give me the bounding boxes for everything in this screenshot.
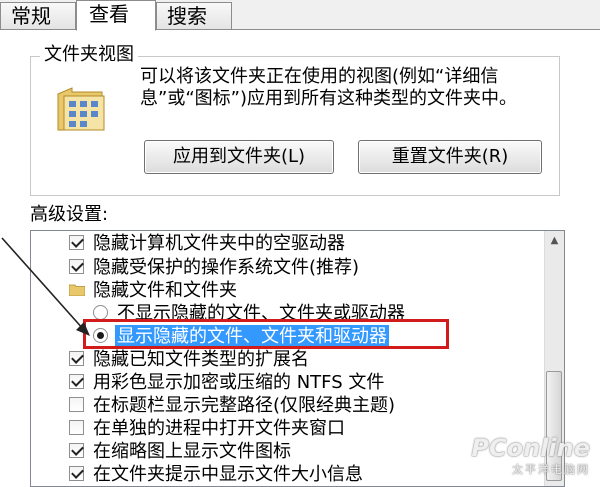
apply-to-folders-button[interactable]: 应用到文件夹(L) <box>144 140 334 174</box>
list-item-label: 用彩色显示加密或压缩的 NTFS 文件 <box>93 372 385 393</box>
folder-views-title: 文件夹视图 <box>40 44 138 66</box>
radio-dont-show-hidden[interactable] <box>93 305 108 320</box>
watermark-logo: PConline <box>471 434 590 462</box>
checkbox-full-path[interactable] <box>69 397 84 412</box>
checkbox-separate-process[interactable] <box>69 420 84 435</box>
tab-strip: 常规 查看 搜索 <box>0 0 600 31</box>
list-item-label: 在单独的进程中打开文件夹窗口 <box>93 418 345 439</box>
folder-icon <box>69 284 85 296</box>
radio-show-hidden[interactable] <box>93 328 108 343</box>
list-item-hide-extensions[interactable]: 隐藏已知文件类型的扩展名 <box>31 348 541 371</box>
list-item-show-hidden[interactable]: 显示隐藏的文件、文件夹和驱动器 <box>31 325 541 348</box>
checkbox-hide-protected-files[interactable] <box>69 259 84 274</box>
list-item-label: 在文件夹提示中显示文件大小信息 <box>93 464 363 485</box>
list-item-label: 在缩略图上显示文件图标 <box>93 441 291 462</box>
watermark-subtitle: 太平洋电脑网 <box>512 463 590 476</box>
list-item-label: 显示隐藏的文件、文件夹和驱动器 <box>115 325 389 348</box>
list-item-label: 隐藏已知文件类型的扩展名 <box>93 349 309 370</box>
tab-general[interactable]: 常规 <box>0 2 76 29</box>
list-item-label: 隐藏受保护的操作系统文件(推荐) <box>93 257 360 278</box>
reset-folders-button[interactable]: 重置文件夹(R) <box>358 140 542 174</box>
list-item-folder-tip-size[interactable]: 在文件夹提示中显示文件大小信息 <box>31 463 541 486</box>
list-item-label: 隐藏文件和文件夹 <box>93 280 237 301</box>
list-item-label: 不显示隐藏的文件、文件夹或驱动器 <box>117 303 405 324</box>
list-item-hidden-files-folder: 隐藏文件和文件夹 <box>31 279 541 302</box>
checkbox-folder-tip-size[interactable] <box>69 466 84 481</box>
tab-view[interactable]: 查看 <box>76 0 156 31</box>
checkbox-color-ntfs[interactable] <box>69 374 84 389</box>
list-item-separate-process[interactable]: 在单独的进程中打开文件夹窗口 <box>31 417 541 440</box>
scroll-up-icon[interactable]: ▲ <box>545 231 564 251</box>
watermark: PConline 太平洋电脑网 <box>471 435 590 477</box>
list-item-hide-empty-drives[interactable]: 隐藏计算机文件夹中的空驱动器 <box>31 232 541 255</box>
list-item-thumbnail-icons[interactable]: 在缩略图上显示文件图标 <box>31 440 541 463</box>
checkbox-hide-extensions[interactable] <box>69 351 84 366</box>
tab-search[interactable]: 搜索 <box>156 2 232 29</box>
list-item-color-ntfs[interactable]: 用彩色显示加密或压缩的 NTFS 文件 <box>31 371 541 394</box>
folder-view-icon <box>57 87 105 131</box>
folder-views-description: 可以将该文件夹正在使用的视图(例如“详细信息”或“图标”)应用到所有这种类型的文… <box>140 66 517 109</box>
checkbox-hide-empty-drives[interactable] <box>69 235 84 250</box>
list-item-full-path[interactable]: 在标题栏显示完整路径(仅限经典主题) <box>31 394 541 417</box>
list-item-dont-show-hidden[interactable]: 不显示隐藏的文件、文件夹或驱动器 <box>31 302 541 325</box>
list-item-hide-protected-files[interactable]: 隐藏受保护的操作系统文件(推荐) <box>31 256 541 279</box>
list-item-label: 在标题栏显示完整路径(仅限经典主题) <box>93 395 396 416</box>
checkbox-thumbnail-icons[interactable] <box>69 443 84 458</box>
advanced-settings-label: 高级设置: <box>30 204 109 225</box>
list-item-label: 隐藏计算机文件夹中的空驱动器 <box>93 233 345 254</box>
